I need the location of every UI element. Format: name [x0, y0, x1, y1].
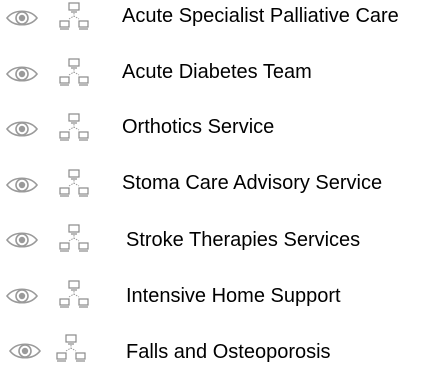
- list-item: Stoma Care Advisory Service: [0, 167, 421, 223]
- list-item: Falls and Osteoporosis: [0, 334, 421, 390]
- service-name[interactable]: Intensive Home Support: [126, 284, 341, 308]
- list-item: Intensive Home Support: [0, 278, 421, 334]
- eye-icon[interactable]: [5, 230, 39, 250]
- network-icon: [59, 2, 89, 30]
- service-name[interactable]: Stoma Care Advisory Service: [122, 171, 382, 195]
- service-name[interactable]: Falls and Osteoporosis: [126, 340, 331, 364]
- network-icon: [56, 334, 86, 362]
- list-item: Stroke Therapies Services: [0, 222, 421, 278]
- eye-icon[interactable]: [5, 64, 39, 84]
- network-icon: [59, 58, 89, 86]
- network-icon: [59, 113, 89, 141]
- service-list: Acute Specialist Palliative Care Acute D…: [0, 0, 421, 363]
- network-icon: [59, 224, 89, 252]
- eye-icon[interactable]: [8, 341, 42, 361]
- service-name[interactable]: Acute Diabetes Team: [122, 60, 312, 84]
- network-icon: [59, 280, 89, 308]
- network-icon: [59, 169, 89, 197]
- service-name[interactable]: Stroke Therapies Services: [126, 228, 360, 252]
- service-name[interactable]: Orthotics Service: [122, 115, 274, 139]
- list-item: Acute Specialist Palliative Care: [0, 0, 421, 56]
- eye-icon[interactable]: [5, 286, 39, 306]
- list-item: Orthotics Service: [0, 111, 421, 167]
- service-name[interactable]: Acute Specialist Palliative Care: [122, 4, 399, 28]
- eye-icon[interactable]: [5, 119, 39, 139]
- eye-icon[interactable]: [5, 8, 39, 28]
- eye-icon[interactable]: [5, 175, 39, 195]
- list-item: Acute Diabetes Team: [0, 56, 421, 112]
